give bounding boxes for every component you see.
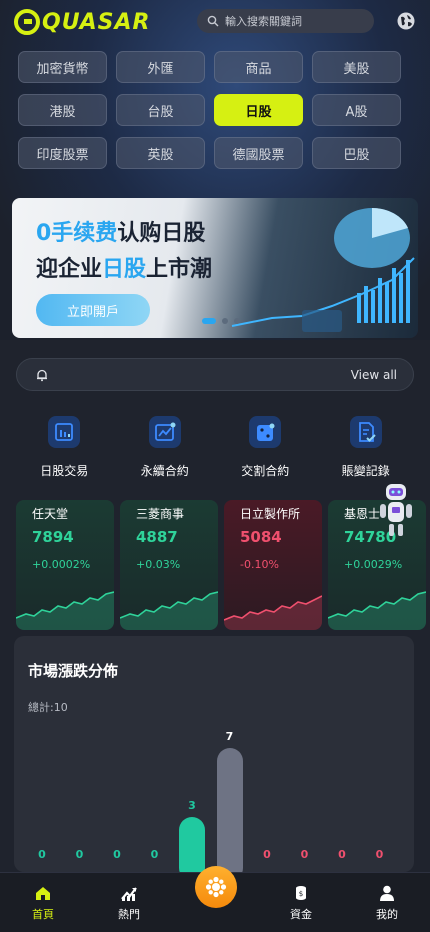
nav-label: 熱門 xyxy=(118,908,140,921)
user-icon xyxy=(380,885,394,901)
search-icon xyxy=(207,15,219,27)
robot-assistant-icon[interactable] xyxy=(374,482,418,542)
tab-10[interactable]: 德國股票 xyxy=(214,137,303,169)
sparkline-chart xyxy=(328,591,426,630)
stock-card-0[interactable]: 任天堂 7894 +0.0002% xyxy=(16,500,114,630)
tab-9[interactable]: 英股 xyxy=(116,137,205,169)
stock-card-1[interactable]: 三菱商事 4887 +0.03% xyxy=(120,500,218,630)
banner-headline-2: 迎企业日股上市潮 xyxy=(36,257,213,282)
tab-1[interactable]: 外匯 xyxy=(116,51,205,83)
bar-value: 0 xyxy=(375,848,384,861)
search-input[interactable]: 輸入搜索關鍵詞 xyxy=(197,9,374,33)
distribution-bars: 0 0 0 0 3 7 0 0 0 0 xyxy=(14,636,414,881)
market-distribution-panel: 市場漲跌分佈 總計:10 0000370000 xyxy=(14,636,414,881)
svg-text:$: $ xyxy=(299,890,303,898)
bar-value: 3 xyxy=(188,799,196,812)
tab-5[interactable]: 台股 xyxy=(116,94,205,126)
stock-cards: 任天堂 7894 +0.0002% 三菱商事 4887 +0.03% 日立製作所 5084 -0… xyxy=(16,500,430,630)
stock-name: 任天堂 xyxy=(32,507,69,521)
stock-card-2[interactable]: 日立製作所 5084 -0.10% xyxy=(224,500,322,630)
bar-value: 0 xyxy=(300,848,309,861)
notice-bar[interactable]: View all xyxy=(16,358,414,391)
bar-value: 7 xyxy=(225,730,234,743)
nav-label: 首頁 xyxy=(32,908,54,921)
bar-value: 0 xyxy=(75,848,84,861)
nav-home[interactable]: 首頁 xyxy=(0,873,86,932)
distribution-bar xyxy=(216,748,243,881)
quick-action-1[interactable]: 永續合約 xyxy=(115,416,216,479)
search-placeholder: 輸入搜索關鍵詞 xyxy=(225,15,302,28)
chart-up-icon xyxy=(121,887,137,901)
coins-center-icon xyxy=(205,876,227,898)
bell-icon xyxy=(37,369,47,381)
bar-value: 0 xyxy=(263,848,271,861)
quick-action-label: 交割合約 xyxy=(241,464,290,478)
tab-0[interactable]: 加密貨幣 xyxy=(18,51,107,83)
stock-change: -0.10% xyxy=(240,558,279,571)
globe-icon[interactable] xyxy=(396,11,416,31)
stock-change: +0.0002% xyxy=(32,558,91,571)
bar-value: 0 xyxy=(338,848,346,861)
quick-action-label: 日股交易 xyxy=(40,464,89,478)
sparkline-chart xyxy=(16,591,114,630)
bar-value: 0 xyxy=(150,848,159,861)
tab-7[interactable]: A股 xyxy=(312,94,401,126)
quick-actions: 日股交易 永續合約 交割合約 賬變記錄 xyxy=(14,416,416,479)
quick-action-2[interactable]: 交割合約 xyxy=(215,416,316,479)
view-all-link[interactable]: View all xyxy=(351,368,397,382)
dice-icon xyxy=(249,416,282,448)
stock-price: 4887 xyxy=(136,528,178,546)
nav-chart-up[interactable]: 熱門 xyxy=(86,873,172,932)
logo-text: QUASAR xyxy=(42,9,151,35)
tab-4[interactable]: 港股 xyxy=(18,94,107,126)
banner-headline-1: 0手续费认购日股 xyxy=(36,221,206,246)
tab-3[interactable]: 美股 xyxy=(312,51,401,83)
bar-value: 0 xyxy=(38,848,46,861)
bar-value: 0 xyxy=(113,848,121,861)
coins-center-button[interactable] xyxy=(195,866,237,908)
banner-pager xyxy=(202,318,240,324)
tab-11[interactable]: 巴股 xyxy=(312,137,401,169)
stock-change: +0.03% xyxy=(136,558,181,571)
logo[interactable]: QUASAR xyxy=(14,9,150,35)
sparkline-chart xyxy=(224,595,322,630)
nav-label: 我的 xyxy=(376,908,398,921)
quick-action-3[interactable]: 賬變記錄 xyxy=(316,416,417,479)
chart-bars-icon xyxy=(48,416,81,448)
tab-2[interactable]: 商品 xyxy=(214,51,303,83)
sparkline-chart xyxy=(120,591,218,630)
document-check-icon xyxy=(349,416,382,448)
logo-mark-icon xyxy=(14,9,40,35)
market-tabs: 加密貨幣 外匯 商品 美股港股 台股 日股 A股印度股票 英股 德國股票 巴股 xyxy=(18,51,404,169)
nav-money-stack[interactable]: $ 資金 xyxy=(258,873,344,932)
promo-banner[interactable]: 0手续费认购日股 迎企业日股上市潮 立即開戶 xyxy=(12,198,418,338)
stock-change: +0.0029% xyxy=(344,558,403,571)
nav-label: 資金 xyxy=(290,908,312,921)
money-stack-icon: $ xyxy=(296,886,306,900)
stock-price: 5084 xyxy=(240,528,282,546)
tab-8[interactable]: 印度股票 xyxy=(18,137,107,169)
tab-6[interactable]: 日股 xyxy=(214,94,303,126)
open-account-button[interactable]: 立即開戶 xyxy=(36,294,150,326)
quick-action-0[interactable]: 日股交易 xyxy=(14,416,115,479)
nav-user[interactable]: 我的 xyxy=(344,873,430,932)
stock-name: 三菱商事 xyxy=(136,507,185,521)
quick-action-label: 永續合約 xyxy=(140,464,189,478)
home-icon xyxy=(36,887,50,900)
banner-chart-illustration xyxy=(231,207,415,332)
quick-action-label: 賬變記錄 xyxy=(341,464,390,478)
stock-price: 7894 xyxy=(32,528,74,546)
trend-line-icon xyxy=(148,416,181,448)
stock-name: 日立製作所 xyxy=(240,507,301,521)
